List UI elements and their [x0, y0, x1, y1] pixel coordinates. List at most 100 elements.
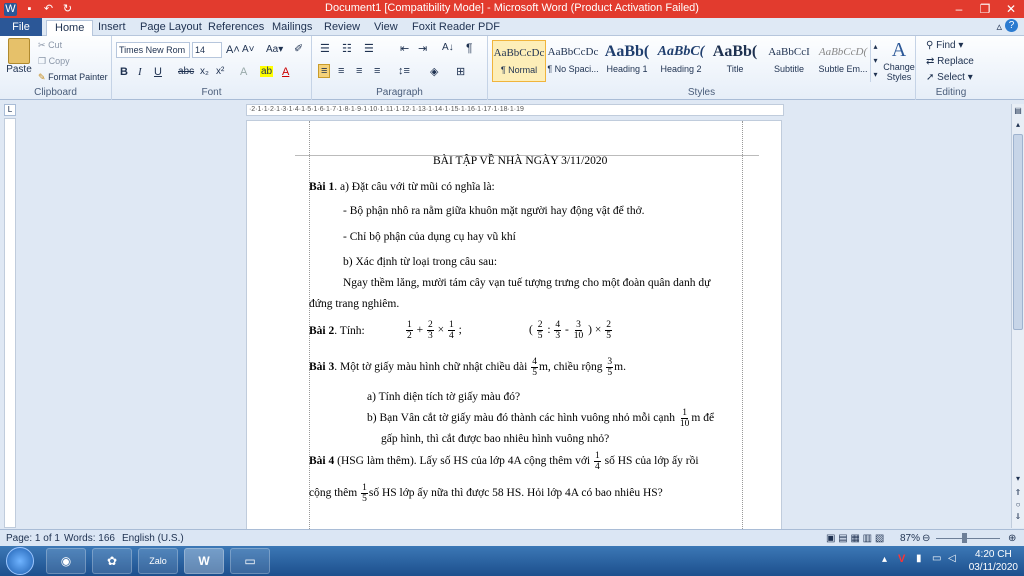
start-button[interactable]: [6, 547, 34, 575]
tab-insert[interactable]: Insert: [90, 20, 134, 36]
zoom-level[interactable]: 87%: [900, 533, 920, 544]
sort-icon[interactable]: A↓: [442, 42, 454, 53]
tray-volume-icon[interactable]: ◁: [948, 553, 956, 564]
font-name-combo[interactable]: Times New Rom: [116, 42, 190, 58]
style-heading-1[interactable]: AaBb( Heading 1: [600, 40, 654, 82]
select-button[interactable]: ➚ Select ▾: [926, 72, 973, 83]
page-count[interactable]: Page: 1 of 1: [6, 533, 60, 544]
borders-icon[interactable]: ⊞: [456, 65, 465, 78]
font-size-combo[interactable]: 14: [192, 42, 222, 58]
vertical-ruler[interactable]: [4, 118, 16, 528]
text-effects-icon[interactable]: A: [240, 66, 247, 78]
strikethrough-icon[interactable]: abc: [178, 66, 194, 77]
zoom-out-icon[interactable]: ⊖: [922, 533, 930, 544]
highlight-icon[interactable]: ab: [260, 66, 274, 77]
tab-page-layout[interactable]: Page Layout: [132, 20, 210, 36]
paste-button[interactable]: Paste: [4, 38, 34, 75]
change-case-icon[interactable]: Aa▾: [266, 44, 283, 55]
align-left-icon[interactable]: ≡: [318, 64, 331, 78]
tray-battery-icon[interactable]: ▭: [932, 553, 941, 564]
replace-button[interactable]: ⇄ Replace: [926, 56, 974, 67]
language-indicator[interactable]: English (U.S.): [122, 533, 184, 544]
tab-view[interactable]: View: [366, 20, 406, 36]
bai1-b: b) Xác định từ loại trong câu sau:: [343, 256, 498, 268]
minimize-ribbon-icon[interactable]: ▵: [996, 20, 1002, 33]
style-subtitle[interactable]: AaBbCcI Subtitle: [762, 40, 816, 82]
underline-icon[interactable]: U: [154, 66, 162, 78]
numbering-icon[interactable]: ☷: [342, 42, 352, 55]
show-marks-icon[interactable]: ¶: [466, 41, 472, 55]
previous-page-icon[interactable]: ⇑: [1013, 488, 1023, 498]
next-page-icon[interactable]: ⇓: [1013, 512, 1023, 522]
tray-v-icon[interactable]: V: [898, 553, 905, 565]
scroll-up-icon[interactable]: ▴: [1013, 120, 1023, 130]
line-spacing-icon[interactable]: ↕≡: [398, 65, 410, 77]
subscript-icon[interactable]: x₂: [200, 66, 209, 77]
browse-object-icon[interactable]: ○: [1013, 500, 1023, 510]
tab-foxit-reader-pdf[interactable]: Foxit Reader PDF: [404, 20, 508, 36]
word-count[interactable]: Words: 166: [64, 533, 115, 544]
tab-review[interactable]: Review: [316, 20, 368, 36]
taskbar: ◉ ✿ Zalo W ▭ ▴ V ▮ ▭ ◁ 4:20 CH 03/11/202…: [0, 546, 1024, 576]
help-icon[interactable]: ?: [1005, 19, 1018, 32]
style-heading-2[interactable]: AaBbC( Heading 2: [654, 40, 708, 82]
zoom-slider-thumb[interactable]: [962, 533, 967, 543]
zoom-in-icon[interactable]: ⊕: [1008, 533, 1016, 544]
change-styles-button[interactable]: A Change Styles: [882, 38, 916, 82]
show-hidden-icons[interactable]: ▴: [882, 554, 887, 565]
style-no-spacing[interactable]: AaBbCcDc ¶ No Spaci...: [546, 40, 600, 82]
clear-formatting-icon[interactable]: ✐: [294, 42, 303, 55]
bai3-line: Bài 3. Một tờ giấy màu hình chữ nhật chi…: [309, 357, 626, 378]
clock[interactable]: 4:20 CH 03/11/2020: [969, 548, 1018, 574]
style-title[interactable]: AaBb( Title: [708, 40, 762, 82]
increase-indent-icon[interactable]: ⇥: [418, 42, 427, 55]
tray-network-icon[interactable]: ▮: [916, 553, 922, 564]
close-icon[interactable]: ✕: [998, 0, 1024, 18]
zalo-icon[interactable]: Zalo: [138, 548, 178, 574]
tab-mailings[interactable]: Mailings: [264, 20, 320, 36]
align-center-icon[interactable]: ≡: [338, 65, 344, 77]
style-subtle-emphasis[interactable]: AaBbCcD( Subtle Em...: [816, 40, 870, 82]
view-buttons[interactable]: ▣ ▤ ▦ ▥ ▧: [826, 533, 884, 544]
change-styles-icon: A: [891, 39, 907, 61]
align-right-icon[interactable]: ≡: [356, 65, 362, 77]
font-color-icon[interactable]: A: [282, 66, 289, 78]
scroll-down-icon[interactable]: ▾: [1013, 474, 1023, 484]
styles-scroll[interactable]: ▴ ▾ ▾: [870, 40, 880, 82]
document-page[interactable]: BÀI TẬP VỀ NHÀ NGÀY 3/11/2020 Bài 1. a) …: [246, 120, 782, 530]
tab-selector[interactable]: L: [4, 104, 16, 116]
styles-group: AaBbCcDc ¶ Normal AaBbCcDc ¶ No Spaci...…: [488, 36, 916, 100]
restore-icon[interactable]: ❐: [972, 0, 998, 18]
tab-references[interactable]: References: [200, 20, 272, 36]
shading-icon[interactable]: ◈: [430, 65, 438, 78]
coccoc-icon[interactable]: ✿: [92, 548, 132, 574]
cut-button[interactable]: ✂ Cut: [38, 40, 62, 51]
scissors-icon: ✂: [38, 40, 46, 50]
justify-icon[interactable]: ≡: [374, 65, 380, 77]
chrome-icon[interactable]: ◉: [46, 548, 86, 574]
bai1-b-line2: đứng trang nghiêm.: [309, 298, 400, 310]
ruler-toggle-icon[interactable]: ▤: [1013, 106, 1023, 118]
grow-font-icon[interactable]: A˄: [226, 44, 240, 56]
scroll-thumb[interactable]: [1013, 134, 1023, 330]
horizontal-ruler[interactable]: ·2·1·1·2·1·3·1·4·1·5·1·6·1·7·1·8·1·9·1·1…: [246, 104, 784, 116]
find-button[interactable]: ⚲ Find ▾: [926, 40, 963, 51]
multilevel-list-icon[interactable]: ☰: [364, 42, 374, 55]
format-painter-button[interactable]: ✎ Format Painter: [38, 72, 108, 83]
italic-icon[interactable]: I: [138, 66, 142, 78]
minimize-icon[interactable]: –: [946, 0, 972, 18]
word-taskbar-icon[interactable]: W: [184, 548, 224, 574]
shrink-font-icon[interactable]: A˅: [242, 44, 255, 55]
vertical-scrollbar[interactable]: ▤ ▴ ▾ ⇑ ○ ⇓: [1011, 104, 1024, 528]
style-normal[interactable]: AaBbCcDc ¶ Normal: [492, 40, 546, 82]
superscript-icon[interactable]: x²: [216, 66, 224, 77]
zoom-slider[interactable]: [936, 538, 1000, 539]
brush-icon: ✎: [38, 72, 46, 82]
tab-file[interactable]: File: [0, 18, 42, 36]
decrease-indent-icon[interactable]: ⇤: [400, 42, 409, 55]
bullets-icon[interactable]: ☰: [320, 42, 330, 55]
file-explorer-icon[interactable]: ▭: [230, 548, 270, 574]
bold-icon[interactable]: B: [120, 66, 128, 78]
tab-home[interactable]: Home: [46, 20, 94, 36]
copy-button[interactable]: ❐ Copy: [38, 56, 70, 67]
